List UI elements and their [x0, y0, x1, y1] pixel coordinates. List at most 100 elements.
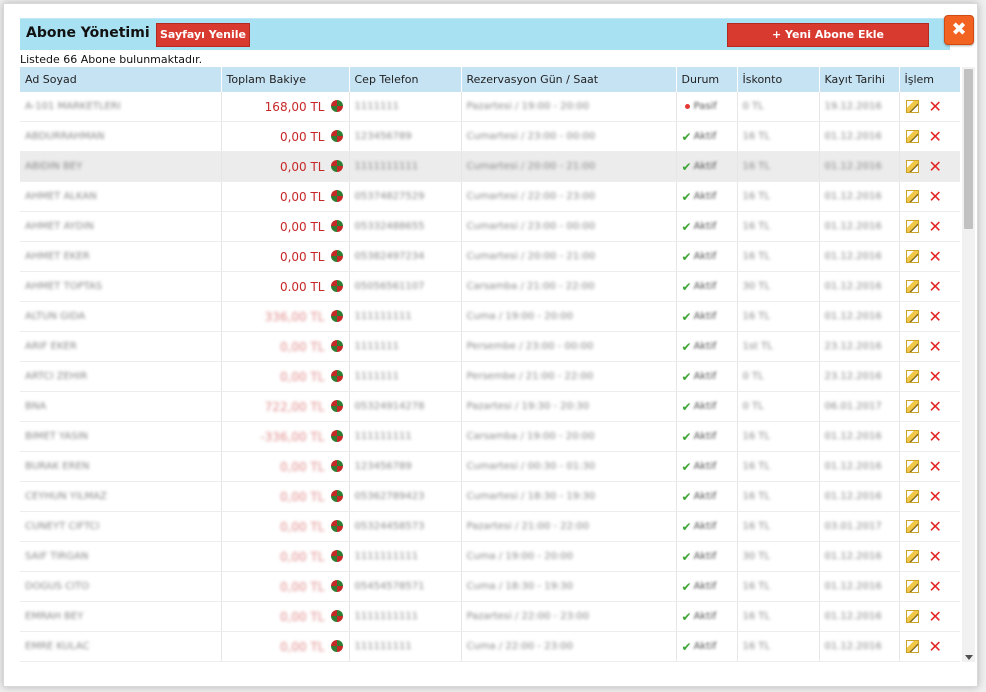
delete-icon[interactable]: ✕: [929, 308, 942, 324]
column-header-discount[interactable]: İskonto: [737, 67, 820, 92]
delete-icon[interactable]: ✕: [929, 398, 942, 414]
table-row[interactable]: CEYHUN YILMAZ 0,00 TL 05362789423 Cumartesi…: [20, 481, 960, 512]
refresh-button[interactable]: Sayfayı Yenile: [156, 23, 250, 47]
edit-icon[interactable]: [905, 190, 919, 203]
edit-icon[interactable]: [905, 130, 919, 143]
delete-icon[interactable]: ✕: [929, 278, 942, 294]
cell-date: 01.12.2016: [819, 451, 900, 482]
balance-transfer-icon[interactable]: [330, 640, 343, 652]
reservation-value: Cumartesi / 20:00 - 21:00: [466, 251, 596, 262]
table-row[interactable]: AHMET AYDIN 0,00 TL 05332488655 Cumartesi /…: [20, 211, 960, 242]
reservation-value: Pazartesi / 19:00 - 20:00: [466, 101, 590, 112]
delete-icon[interactable]: ✕: [929, 458, 942, 474]
edit-icon[interactable]: [905, 430, 919, 443]
edit-icon[interactable]: [905, 340, 919, 353]
column-header-date[interactable]: Kayıt Tarihi: [819, 67, 900, 92]
table-row[interactable]: AHMET TOPTAS 0.00 TL 05056561107 Carsamba /…: [20, 271, 960, 302]
delete-icon[interactable]: ✕: [929, 338, 942, 354]
column-header-reservation[interactable]: Rezervasyon Gün / Saat: [461, 67, 677, 92]
delete-icon[interactable]: ✕: [929, 428, 942, 444]
delete-icon[interactable]: ✕: [929, 188, 942, 204]
table-row[interactable]: EMRE KULAC 0,00 TL 111111111 Cuma / 22:00 -…: [20, 631, 960, 662]
edit-icon[interactable]: [905, 100, 919, 113]
edit-icon[interactable]: [905, 460, 919, 473]
edit-icon[interactable]: [905, 220, 919, 233]
table-row[interactable]: ARTCI ZEHIR 0,00 TL 1111111 Persembe / 21:0…: [20, 361, 960, 392]
table-row[interactable]: DOGUS CITO 0,00 TL 05454578571 Cuma / 18:30…: [20, 571, 960, 602]
balance-transfer-icon[interactable]: [330, 430, 343, 442]
balance-transfer-icon[interactable]: [330, 610, 343, 622]
balance-transfer-icon[interactable]: [330, 520, 343, 532]
table-row[interactable]: ARIF EKER 0,00 TL 1111111 Persembe / 23:00 …: [20, 331, 960, 362]
delete-icon[interactable]: ✕: [929, 368, 942, 384]
column-header-phone[interactable]: Cep Telefon: [349, 67, 462, 92]
balance-transfer-icon[interactable]: [330, 580, 343, 592]
table-row[interactable]: BNA 722,00 TL 05324914278 Pazartesi / 19:30…: [20, 391, 960, 422]
edit-icon[interactable]: [905, 280, 919, 293]
registration-date: 01.12.2016: [824, 281, 882, 292]
table-row[interactable]: ALTUN GIDA 336,00 TL 111111111 Cuma / 19:00…: [20, 301, 960, 332]
balance-transfer-icon[interactable]: [330, 160, 343, 172]
balance-transfer-icon[interactable]: [330, 190, 343, 202]
edit-icon[interactable]: [905, 400, 919, 413]
table-row[interactable]: ABDURRAHMAN 0,00 TL 123456789 Cumartesi / 2…: [20, 121, 960, 152]
table-row[interactable]: BURAK EREN 0,00 TL 123456789 Cumartesi / 00…: [20, 451, 960, 482]
cell-actions: ✕: [899, 421, 960, 452]
edit-icon[interactable]: [905, 370, 919, 383]
delete-icon[interactable]: ✕: [929, 578, 942, 594]
balance-transfer-icon[interactable]: [330, 400, 343, 412]
add-subscriber-button[interactable]: + Yeni Abone Ekle: [727, 23, 929, 47]
delete-icon[interactable]: ✕: [929, 638, 942, 654]
cell-phone: 05324458573: [349, 511, 462, 542]
table-row[interactable]: ABIDIN BEY 0,00 TL 1111111111 Cumartesi / 2…: [20, 151, 960, 182]
balance-transfer-icon[interactable]: [330, 370, 343, 382]
table-row[interactable]: BIMET YASIN -336,00 TL 111111111 Carsamba /…: [20, 421, 960, 452]
close-modal-button[interactable]: ✖: [944, 15, 974, 45]
balance-transfer-icon[interactable]: [330, 340, 343, 352]
delete-icon[interactable]: ✕: [929, 518, 942, 534]
table-row[interactable]: EMRAH BEY 0,00 TL 1111111111 Pazartesi / 22…: [20, 601, 960, 632]
edit-icon[interactable]: [905, 580, 919, 593]
edit-icon[interactable]: [905, 640, 919, 653]
delete-icon[interactable]: ✕: [929, 128, 942, 144]
balance-transfer-icon[interactable]: [330, 550, 343, 562]
cell-discount: 16 TL: [737, 511, 820, 542]
edit-icon[interactable]: [905, 160, 919, 173]
delete-icon[interactable]: ✕: [929, 98, 942, 114]
column-header-balance[interactable]: Toplam Bakiye: [221, 67, 350, 92]
column-header-status[interactable]: Durum: [676, 67, 738, 92]
table-row[interactable]: AHMET EKER 0,00 TL 05382497234 Cumartesi / …: [20, 241, 960, 272]
balance-transfer-icon[interactable]: [330, 250, 343, 262]
table-row[interactable]: A-101 MARKETLERI 168,00 TL 1111111 Pazartes…: [20, 92, 960, 122]
balance-transfer-icon[interactable]: [330, 280, 343, 292]
scroll-down-arrow-icon[interactable]: [965, 655, 973, 660]
column-header-name[interactable]: Ad Soyad: [20, 67, 222, 92]
delete-icon[interactable]: ✕: [929, 218, 942, 234]
balance-transfer-icon[interactable]: [330, 460, 343, 472]
table-row[interactable]: CUNEYT CIFTCI 0,00 TL 05324458573 Pazartesi…: [20, 511, 960, 542]
edit-icon[interactable]: [905, 490, 919, 503]
cell-status: ✔ Aktif: [676, 361, 738, 392]
balance-transfer-icon[interactable]: [330, 490, 343, 502]
cell-status: ✔ Aktif: [676, 601, 738, 632]
balance-transfer-icon[interactable]: [330, 310, 343, 322]
delete-icon[interactable]: ✕: [929, 248, 942, 264]
phone-value: 05454578571: [354, 581, 425, 592]
scrollbar-thumb[interactable]: [964, 69, 973, 229]
balance-transfer-icon[interactable]: [330, 220, 343, 232]
edit-icon[interactable]: [905, 520, 919, 533]
edit-icon[interactable]: [905, 310, 919, 323]
delete-icon[interactable]: ✕: [929, 608, 942, 624]
edit-icon[interactable]: [905, 250, 919, 263]
delete-icon[interactable]: ✕: [929, 488, 942, 504]
subscriber-name: AHMET ALKAN: [25, 191, 97, 202]
vertical-scrollbar[interactable]: [962, 67, 975, 662]
edit-icon[interactable]: [905, 550, 919, 563]
table-row[interactable]: AHMET ALKAN 0,00 TL 05374827529 Cumartesi /…: [20, 181, 960, 212]
edit-icon[interactable]: [905, 610, 919, 623]
balance-transfer-icon[interactable]: [330, 100, 343, 112]
table-row[interactable]: SAIF TIRGAN 0,00 TL 1111111111 Cuma / 19:00…: [20, 541, 960, 572]
delete-icon[interactable]: ✕: [929, 158, 942, 174]
delete-icon[interactable]: ✕: [929, 548, 942, 564]
balance-transfer-icon[interactable]: [330, 130, 343, 142]
